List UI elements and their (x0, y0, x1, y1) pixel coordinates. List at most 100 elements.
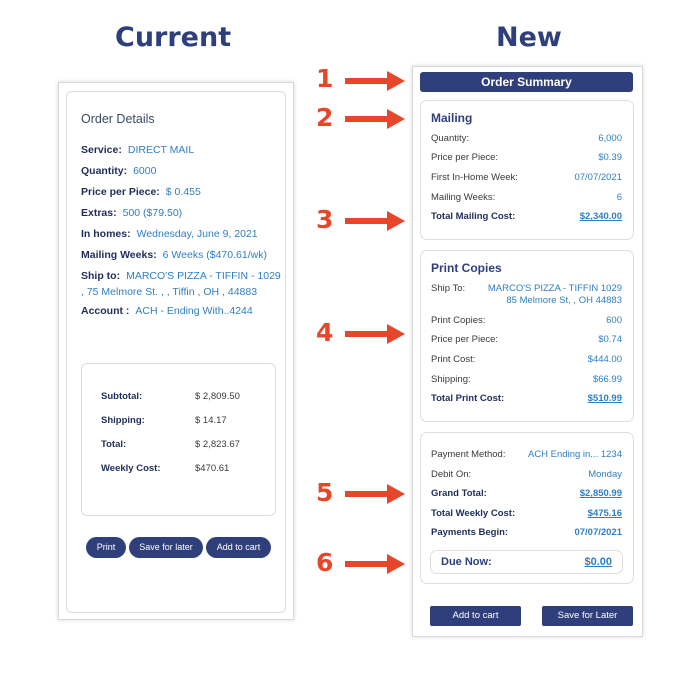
field-label: Service: (81, 144, 122, 156)
field-label: Quantity: (81, 165, 128, 177)
price-row: Price per Piece: $ 0.455 (81, 184, 281, 200)
order-details-title: Order Details (81, 112, 155, 126)
row-label: Print Copies: (431, 315, 486, 326)
row-value: $0.74 (598, 334, 622, 345)
print-button[interactable]: Print (86, 537, 126, 558)
current-heading: Current (115, 22, 232, 53)
arrow-right-icon (345, 71, 405, 91)
field-value: Wednesday, June 9, 2021 (136, 228, 258, 240)
subtotal-value: $ 2,809.50 (195, 391, 240, 402)
save-for-later-button[interactable]: Save for later (129, 537, 203, 558)
field-label: Ship to: (81, 270, 121, 282)
row-value: 07/07/2021 (574, 172, 622, 183)
field-value: $ 0.455 (165, 186, 201, 198)
row-label: Grand Total: (431, 488, 487, 499)
quantity-row: Quantity: 6000 (81, 163, 281, 179)
mailing-row: First In-Home Week: 07/07/2021 (431, 172, 622, 184)
mailing-weeks-row: Mailing Weeks: 6 Weeks ($470.61/wk) (81, 247, 281, 263)
service-row: Service: DIRECT MAIL (81, 142, 281, 158)
shipping-label: Shipping: (101, 415, 145, 426)
field-label: Mailing Weeks: (81, 249, 157, 261)
arrow-right-icon (345, 554, 405, 574)
payments-begin-row: Payments Begin: 07/07/2021 (431, 527, 622, 539)
row-label: Ship To: (431, 283, 466, 294)
extras-row: Extras: 500 ($79.50) (81, 205, 281, 221)
weekly-cost-label: Weekly Cost: (101, 463, 161, 474)
field-label: Price per Piece: (81, 186, 160, 198)
due-now-link[interactable]: $0.00 (584, 556, 612, 568)
print-row: Shipping: $66.99 (431, 374, 622, 386)
row-value: 6,000 (598, 133, 622, 144)
total-weekly-cost-row: Total Weekly Cost: $475.16 (431, 508, 622, 520)
print-copies-title: Print Copies (431, 261, 502, 275)
due-now-row: Due Now: $0.00 (441, 556, 612, 568)
new-heading: New (496, 22, 562, 53)
mailing-row: Price per Piece: $0.39 (431, 152, 622, 164)
field-value: ACH - Ending With..4244 (135, 305, 253, 317)
row-value: 07/07/2021 (574, 527, 622, 538)
marker-number: 3 (316, 205, 334, 234)
row-label: Mailing Weeks: (431, 192, 496, 203)
row-label: Quantity: (431, 133, 470, 144)
row-label: Shipping: (431, 374, 471, 385)
order-summary-header: Order Summary (420, 72, 633, 92)
mailing-row: Mailing Weeks: 6 (431, 192, 622, 204)
total-weekly-cost-link[interactable]: $475.16 (588, 508, 622, 520)
total-value: $ 2,823.67 (195, 439, 240, 450)
row-value: $444.00 (587, 354, 622, 365)
arrow-right-icon (345, 109, 405, 129)
in-homes-row: In homes: Wednesday, June 9, 2021 (81, 226, 281, 242)
arrow-right-icon (345, 484, 405, 504)
mailing-title: Mailing (431, 111, 473, 125)
due-now-label: Due Now: (441, 556, 492, 568)
shipping-value: $ 14.17 (195, 415, 227, 426)
row-label: Price per Piece: (431, 334, 499, 345)
row-value: $0.39 (598, 152, 622, 163)
ship-to-row: Ship to: MARCO'S PIZZA - TIFFIN - 1029 , … (81, 268, 281, 300)
total-mailing-cost-link[interactable]: $2,340.00 (580, 211, 622, 223)
total-print-cost-link[interactable]: $510.99 (588, 393, 622, 405)
row-label: Total Mailing Cost: (431, 211, 516, 222)
marker-number: 4 (316, 318, 334, 347)
field-value: 500 ($79.50) (122, 207, 183, 219)
row-label: Total Weekly Cost: (431, 508, 516, 519)
subtotal-label: Subtotal: (101, 391, 143, 402)
total-print-cost-row: Total Print Cost: $510.99 (431, 393, 622, 405)
debit-on-row: Debit On: Monday (431, 469, 622, 481)
grand-total-link[interactable]: $2,850.99 (580, 488, 622, 500)
arrow-right-icon (345, 211, 405, 231)
row-value: 6 (616, 192, 622, 203)
row-value: ACH Ending in... 1234 (527, 449, 622, 460)
total-label: Total: (101, 439, 127, 450)
add-to-cart-button[interactable]: Add to cart (430, 606, 521, 626)
total-mailing-cost-row: Total Mailing Cost: $2,340.00 (431, 211, 622, 223)
field-label: Extras: (81, 207, 117, 219)
arrow-right-icon (345, 324, 405, 344)
print-row: Print Copies: 600 (431, 315, 622, 327)
field-value: DIRECT MAIL (127, 144, 195, 156)
ship-to-address-line: MARCO'S PIZZA - TIFFIN 1029 (487, 283, 622, 294)
ship-to-row-2: 85 Melmore St, , OH 44883 (431, 295, 622, 307)
row-label: First In-Home Week: (431, 172, 518, 183)
weekly-cost-value: $470.61 (195, 463, 230, 474)
field-value: 6 Weeks ($470.61/wk) (162, 249, 267, 261)
add-to-cart-button[interactable]: Add to cart (206, 537, 271, 558)
field-label: In homes: (81, 228, 131, 240)
mailing-row: Quantity: 6,000 (431, 133, 622, 145)
row-value: $66.99 (592, 374, 622, 385)
row-label: Debit On: (431, 469, 472, 480)
row-label: Price per Piece: (431, 152, 499, 163)
marker-number: 5 (316, 478, 334, 507)
row-label: Payment Method: (431, 449, 506, 460)
ship-to-row: Ship To: MARCO'S PIZZA - TIFFIN 1029 (431, 283, 622, 295)
save-for-later-button[interactable]: Save for Later (542, 606, 633, 626)
row-value: Monday (588, 469, 622, 480)
account-row: Account : ACH - Ending With..4244 (81, 303, 281, 319)
marker-number: 1 (316, 64, 334, 93)
row-label: Payments Begin: (431, 527, 509, 538)
row-value: 600 (606, 315, 622, 326)
marker-number: 6 (316, 548, 334, 577)
marker-number: 2 (316, 103, 334, 132)
payment-method-row: Payment Method: ACH Ending in... 1234 (431, 449, 622, 461)
row-label: Print Cost: (431, 354, 476, 365)
